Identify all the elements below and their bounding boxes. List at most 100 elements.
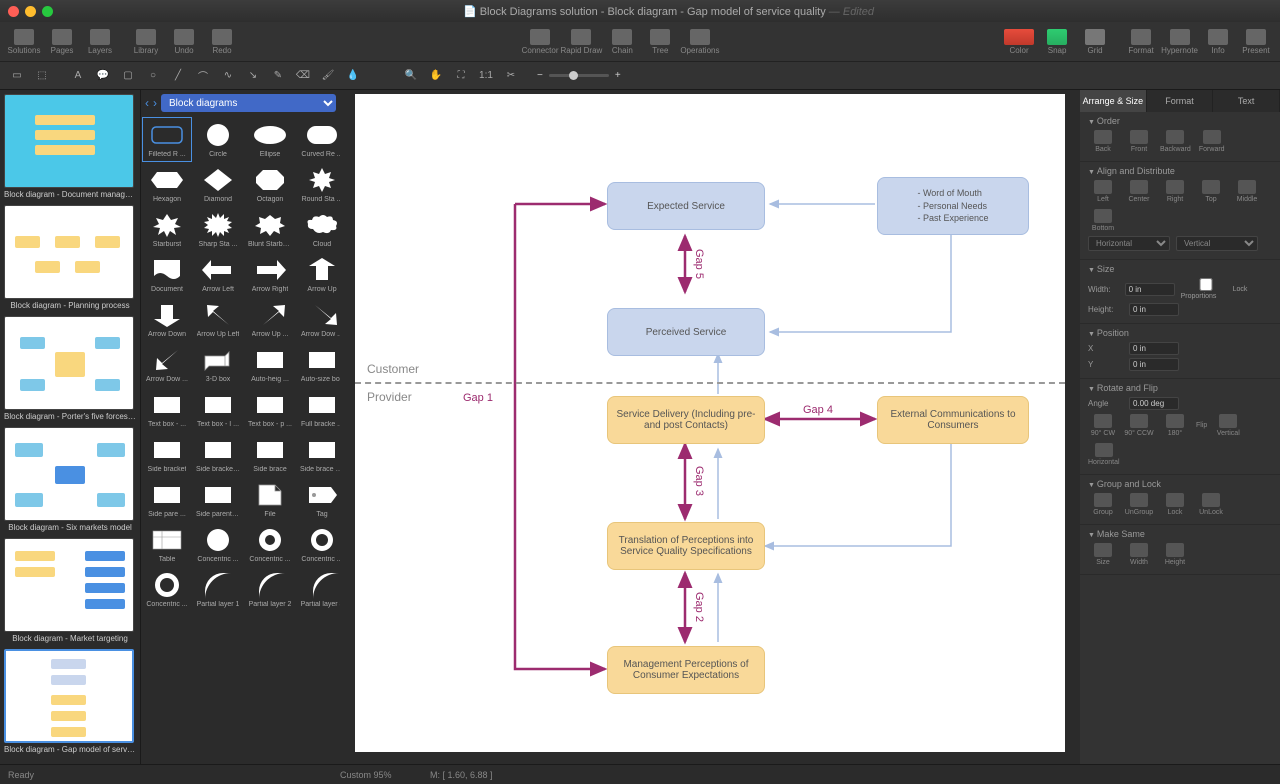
- layers-button[interactable]: Layers: [82, 24, 118, 60]
- info-button[interactable]: Info: [1200, 24, 1236, 60]
- flip-h-button[interactable]: Horizontal: [1088, 443, 1120, 466]
- rotate-cw-button[interactable]: 90° CW: [1088, 414, 1118, 437]
- format-button[interactable]: Format: [1123, 24, 1159, 60]
- library-button[interactable]: Library: [128, 24, 164, 60]
- lock-button[interactable]: Lock: [1160, 493, 1190, 516]
- shape-file[interactable]: File: [245, 478, 295, 521]
- close-icon[interactable]: [8, 6, 19, 17]
- shape-side-bracket-[interactable]: Side bracket ...: [193, 433, 243, 476]
- translation-block[interactable]: Translation of Perceptions into Service …: [607, 522, 765, 570]
- page-thumb[interactable]: Block diagram - Market targeting: [4, 538, 136, 643]
- shape-text-box-[interactable]: Text box - ...: [143, 388, 191, 431]
- pages-button[interactable]: Pages: [44, 24, 80, 60]
- shape-concentric-[interactable]: Concentric ...: [143, 568, 191, 611]
- hypernote-button[interactable]: Hypernote: [1161, 24, 1198, 60]
- eraser-tool[interactable]: ⌫: [292, 65, 314, 87]
- redo-button[interactable]: Redo: [204, 24, 240, 60]
- shape-arrow-down[interactable]: Arrow Down: [143, 298, 191, 341]
- shape-cloud[interactable]: Cloud: [297, 208, 340, 251]
- tab-text[interactable]: Text: [1213, 90, 1280, 112]
- ungroup-button[interactable]: UnGroup: [1124, 493, 1154, 516]
- shape-auto-heig-[interactable]: Auto-heig ...: [245, 343, 295, 386]
- shape-arrow-up-[interactable]: Arrow Up ...: [245, 298, 295, 341]
- shape-document[interactable]: Document: [143, 253, 191, 296]
- select-tool[interactable]: ▭: [6, 65, 28, 87]
- shape-side-parenth-[interactable]: Side parenth ...: [193, 478, 243, 521]
- shape-filleted-r-[interactable]: Filleted R ...: [143, 118, 191, 161]
- brush-tool[interactable]: 🖌: [317, 65, 339, 87]
- group-section[interactable]: Group and Lock: [1088, 479, 1272, 489]
- shape-arrow-up-left[interactable]: Arrow Up Left: [193, 298, 243, 341]
- unlock-button[interactable]: UnLock: [1196, 493, 1226, 516]
- shape-round-sta-[interactable]: Round Sta ...: [297, 163, 340, 206]
- solutions-button[interactable]: Solutions: [6, 24, 42, 60]
- shape-curved-re-[interactable]: Curved Re ...: [297, 118, 340, 161]
- snap-button[interactable]: Snap: [1039, 24, 1075, 60]
- expected-block[interactable]: Expected Service: [607, 182, 765, 230]
- rapid-draw-button[interactable]: Rapid Draw: [561, 24, 603, 60]
- shape-3-d-box[interactable]: 3-D box: [193, 343, 243, 386]
- align-top-button[interactable]: Top: [1196, 180, 1226, 203]
- page-thumb[interactable]: Block diagram - Planning process: [4, 205, 136, 310]
- same-width-button[interactable]: Width: [1124, 543, 1154, 566]
- y-field[interactable]: [1129, 358, 1179, 371]
- align-bottom-button[interactable]: Bottom: [1088, 209, 1118, 232]
- makesame-section[interactable]: Make Same: [1088, 529, 1272, 539]
- position-section[interactable]: Position: [1088, 328, 1272, 338]
- undo-button[interactable]: Undo: [166, 24, 202, 60]
- lock-prop-check[interactable]: [1181, 278, 1231, 291]
- shape-tag[interactable]: Tag: [297, 478, 340, 521]
- height-field[interactable]: [1129, 303, 1179, 316]
- width-field[interactable]: [1125, 283, 1175, 296]
- pencil-tool[interactable]: ✎: [267, 65, 289, 87]
- maximize-icon[interactable]: [42, 6, 53, 17]
- wom-block[interactable]: - Word of Mouth- Personal Needs- Past Ex…: [877, 177, 1029, 235]
- shape-auto-size-box[interactable]: Auto-size box: [297, 343, 340, 386]
- tab-format[interactable]: Format: [1147, 90, 1214, 112]
- rotate-section[interactable]: Rotate and Flip: [1088, 383, 1272, 393]
- eyedrop-tool[interactable]: 💧: [342, 65, 364, 87]
- crop-tool[interactable]: ✂: [500, 65, 522, 87]
- tree-button[interactable]: Tree: [642, 24, 678, 60]
- shape-concentric-[interactable]: Concentric ...: [193, 523, 243, 566]
- page-thumb[interactable]: Block diagram - Porter's five forces mod…: [4, 316, 136, 421]
- operations-button[interactable]: Operations: [680, 24, 719, 60]
- zoom-slider[interactable]: − +: [537, 70, 621, 81]
- library-select[interactable]: Block diagrams: [161, 94, 336, 112]
- callout-tool[interactable]: 💬: [92, 65, 114, 87]
- align-right-button[interactable]: Right: [1160, 180, 1190, 203]
- shape-partial-layer-2[interactable]: Partial layer 2: [245, 568, 295, 611]
- back-button[interactable]: Back: [1088, 130, 1118, 153]
- page-thumb[interactable]: Block diagram - Document management...: [4, 94, 136, 199]
- lib-back-icon[interactable]: ‹: [145, 96, 149, 110]
- same-height-button[interactable]: Height: [1160, 543, 1190, 566]
- rect-tool[interactable]: ▢: [117, 65, 139, 87]
- ellipse-tool[interactable]: ○: [142, 65, 164, 87]
- actual-tool[interactable]: 1:1: [475, 65, 497, 87]
- shape-full-bracke-[interactable]: Full bracke ...: [297, 388, 340, 431]
- text-tool[interactable]: A: [67, 65, 89, 87]
- shape-side-brace[interactable]: Side brace: [245, 433, 295, 476]
- mgmt-block[interactable]: Management Perceptions of Consumer Expec…: [607, 646, 765, 694]
- angle-field[interactable]: [1129, 397, 1179, 410]
- shape-circle[interactable]: Circle: [193, 118, 243, 161]
- x-field[interactable]: [1129, 342, 1179, 355]
- dist-h-select[interactable]: Horizontal: [1088, 236, 1170, 251]
- shape-octagon[interactable]: Octagon: [245, 163, 295, 206]
- shape-arrow-dow-[interactable]: Arrow Dow ...: [297, 298, 340, 341]
- align-section[interactable]: Align and Distribute: [1088, 166, 1272, 176]
- shape-blunt-starburst[interactable]: Blunt Starburst: [245, 208, 295, 251]
- shape-concentric-[interactable]: Concentric ...: [245, 523, 295, 566]
- lib-forward-icon[interactable]: ›: [153, 96, 157, 110]
- connector-tool[interactable]: ↘: [242, 65, 264, 87]
- spline-tool[interactable]: ∿: [217, 65, 239, 87]
- page-thumb[interactable]: Block diagram - Six markets model: [4, 427, 136, 532]
- shape-partial-layer-1[interactable]: Partial layer 1: [193, 568, 243, 611]
- align-left-button[interactable]: Left: [1088, 180, 1118, 203]
- shape-arrow-right[interactable]: Arrow Right: [245, 253, 295, 296]
- group-button[interactable]: Group: [1088, 493, 1118, 516]
- tab-arrange[interactable]: Arrange & Size: [1080, 90, 1147, 112]
- rotate-180-button[interactable]: 180°: [1160, 414, 1190, 437]
- perceived-block[interactable]: Perceived Service: [607, 308, 765, 356]
- present-button[interactable]: Present: [1238, 24, 1274, 60]
